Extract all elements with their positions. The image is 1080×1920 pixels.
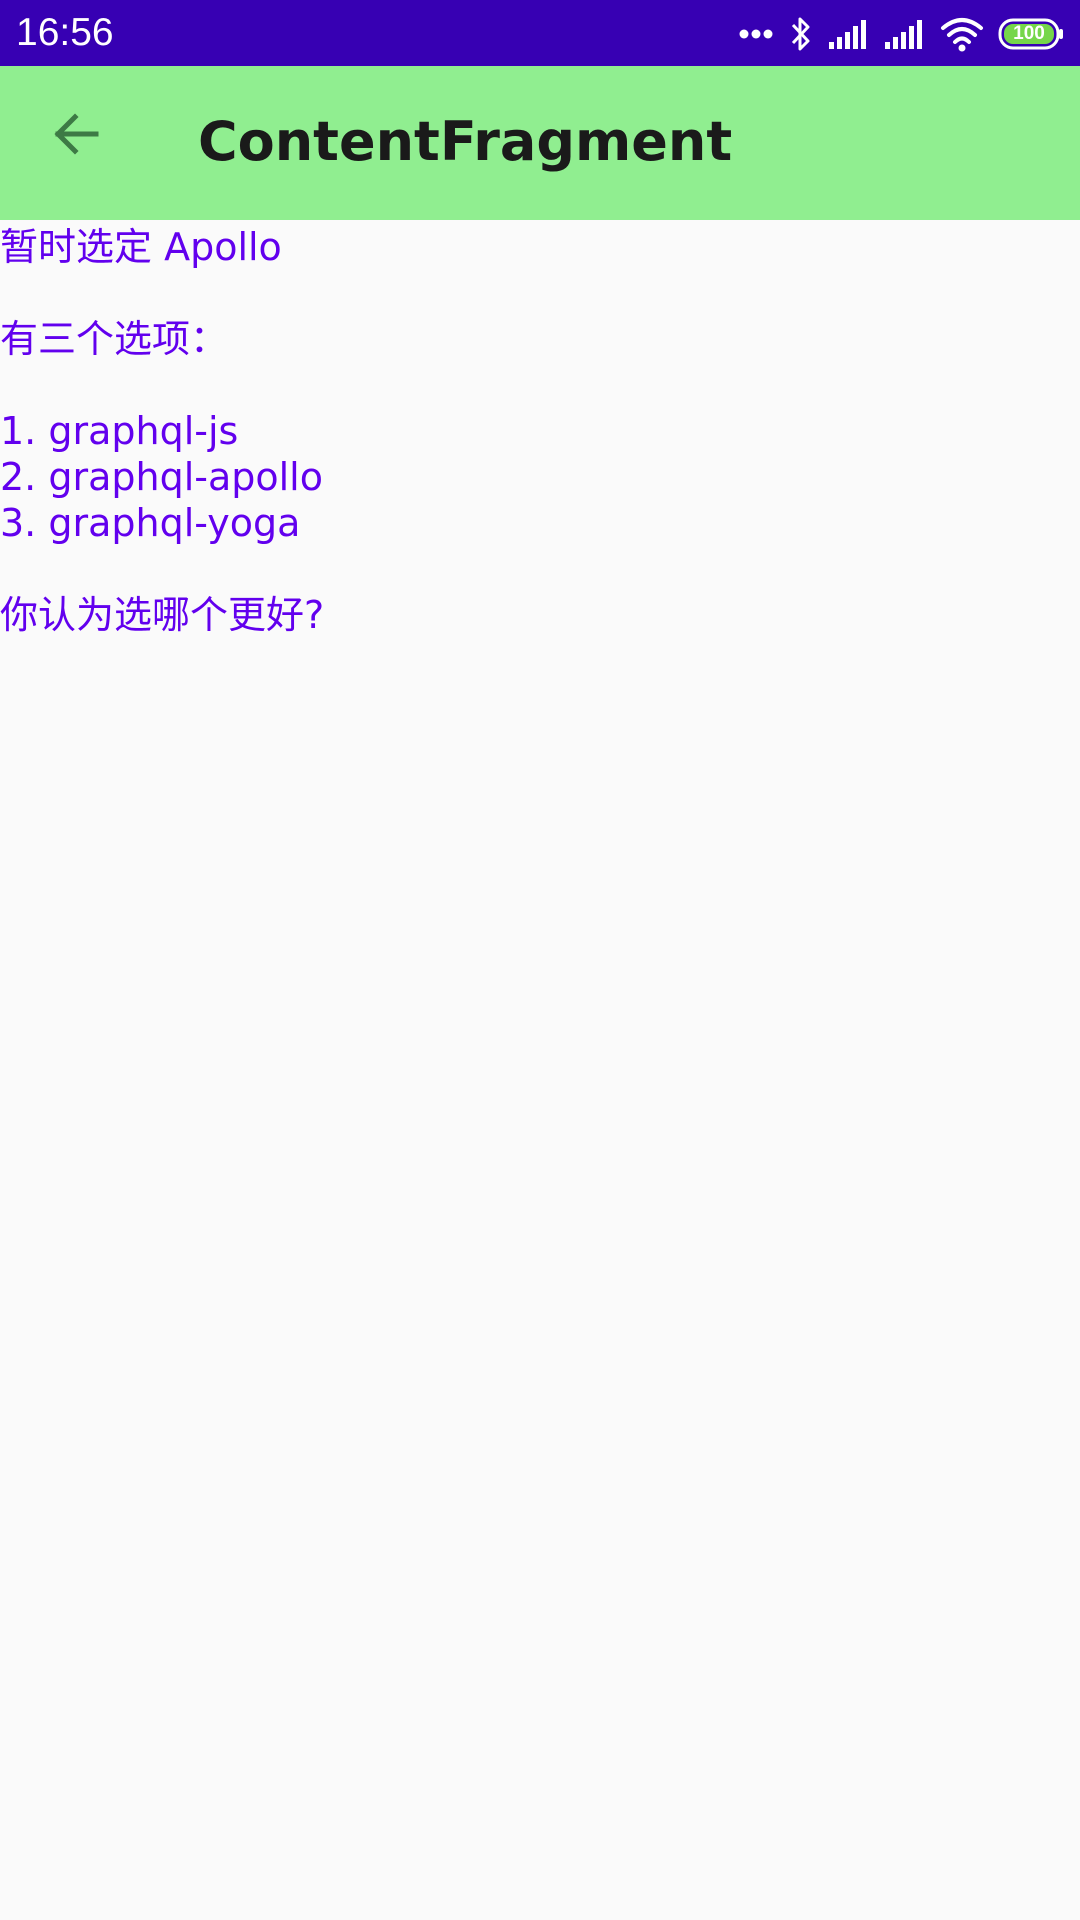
content-line: 1. graphql-js [0,409,239,453]
arrow-back-icon [50,108,102,164]
battery-level: 100 [1013,23,1045,44]
content-line: 暂时选定 Apollo [0,225,282,269]
content-line: 有三个选项： [0,317,229,361]
signal-icon [828,18,870,50]
battery-icon: 100 [998,18,1064,50]
content-line: 3. graphql-yoga [0,501,301,545]
content-line [0,270,1080,316]
content-line: 2. graphql-apollo [0,455,323,499]
back-button[interactable] [38,98,114,174]
page-title: ContentFragment [198,110,733,173]
content-line [0,546,1080,592]
more-dots-icon [738,28,774,40]
app-bar: ContentFragment [0,66,1080,220]
content-text: 暂时选定 Apollo 有三个选项： 1. graphql-js 2. grap… [0,224,1080,638]
signal-icon [884,18,926,50]
bluetooth-icon [788,15,814,53]
wifi-icon [940,16,984,52]
content-line: 你认为选哪个更好? [0,593,325,637]
status-bar: 16:56 100 [0,0,1080,66]
status-time: 16:56 [16,11,114,54]
status-icons: 100 [738,12,1064,56]
content-line [0,362,1080,408]
